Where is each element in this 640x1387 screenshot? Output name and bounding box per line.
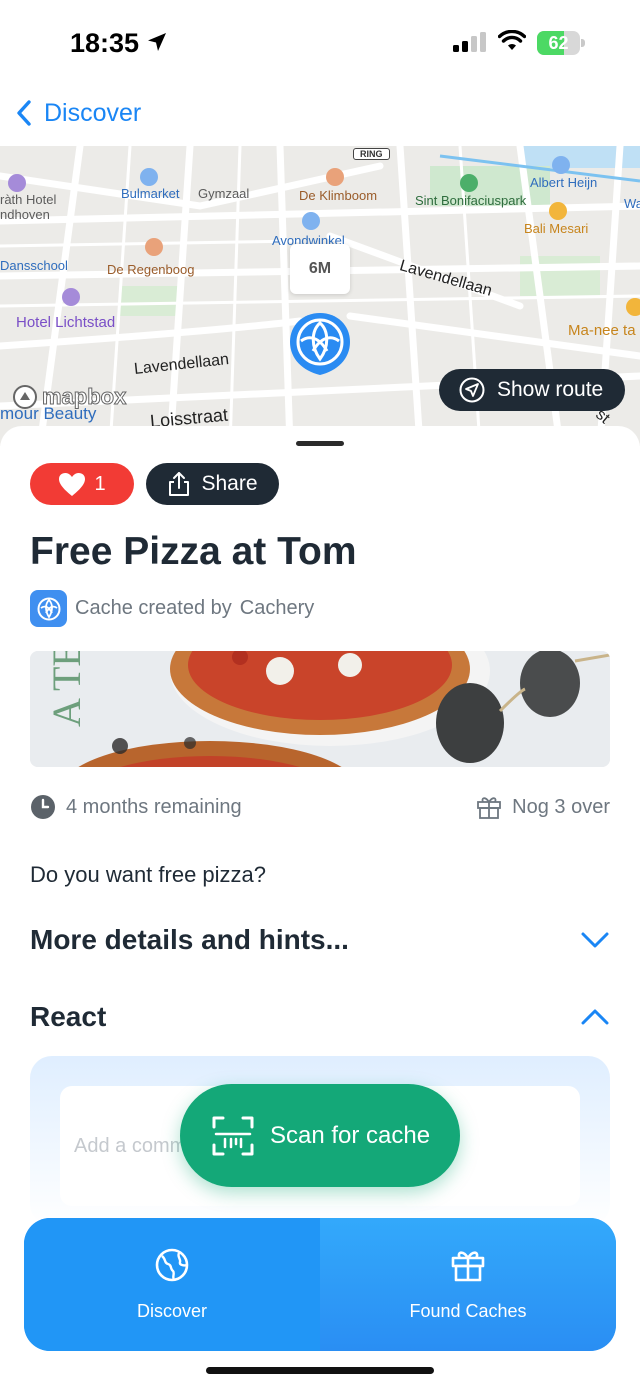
heart-icon bbox=[59, 472, 86, 496]
tab-found-caches-label: Found Caches bbox=[409, 1301, 527, 1321]
map-label: ndhoven bbox=[0, 207, 50, 222]
restaurant-poi-icon bbox=[145, 238, 163, 256]
map-label: De Klimboom bbox=[299, 188, 378, 203]
show-route-button[interactable]: Show route bbox=[439, 369, 625, 411]
hotel-poi-icon bbox=[8, 174, 26, 192]
map-label: Bali Mesari bbox=[524, 221, 589, 236]
wifi-icon bbox=[498, 30, 526, 50]
scan-icon bbox=[212, 1116, 254, 1155]
cache-title: Free Pizza at Tom bbox=[30, 530, 357, 573]
cache-photo: A TE bbox=[30, 651, 610, 767]
battery-indicator: 62 bbox=[537, 31, 585, 55]
creator-name[interactable]: Cachery bbox=[240, 597, 314, 620]
map-label: Wa bbox=[624, 196, 640, 211]
share-icon bbox=[169, 472, 190, 496]
battery-percent: 62 bbox=[548, 33, 569, 53]
gift-icon bbox=[477, 797, 502, 819]
chevron-down-icon bbox=[581, 932, 609, 948]
share-label: Share bbox=[201, 472, 258, 495]
park-poi-icon bbox=[460, 174, 478, 192]
map-label: De Regenboog bbox=[107, 262, 195, 277]
food-poi-icon bbox=[626, 298, 640, 316]
scan-label: Scan for cache bbox=[270, 1121, 431, 1149]
react-toggle[interactable]: React bbox=[30, 997, 610, 1037]
creator-row: Cache created by Cachery bbox=[30, 590, 314, 627]
restaurant-poi-icon bbox=[326, 168, 344, 186]
details-heading: More details and hints... bbox=[30, 924, 349, 955]
pizza-image: A TE bbox=[30, 651, 610, 767]
share-button[interactable]: Share bbox=[146, 463, 279, 505]
map-label: Sint Bonifaciuspark bbox=[415, 193, 527, 208]
status-bar: 18:35 62 bbox=[0, 0, 640, 90]
mapbox-label: mapbox bbox=[41, 384, 127, 410]
map-label: Ma-nee ta bbox=[568, 322, 636, 339]
time-remaining: 4 months remaining bbox=[66, 795, 242, 818]
food-poi-icon bbox=[549, 202, 567, 220]
clock-icon bbox=[31, 795, 55, 819]
like-count: 1 bbox=[94, 472, 106, 495]
shop-poi-icon bbox=[140, 168, 158, 186]
map-label: Albert Heijn bbox=[530, 175, 598, 190]
map-label: Hotel Lichtstad bbox=[16, 314, 116, 331]
tab-found-caches[interactable]: Found Caches bbox=[320, 1218, 616, 1351]
back-button[interactable]: Discover bbox=[16, 92, 141, 134]
like-button[interactable]: 1 bbox=[30, 463, 134, 505]
ring-road-sign: RING bbox=[353, 148, 390, 160]
created-by-label: Cache created by bbox=[75, 597, 232, 619]
globe-icon bbox=[155, 1248, 189, 1282]
distance-badge: 6M bbox=[290, 244, 350, 294]
shop-poi-icon bbox=[552, 156, 570, 174]
tab-discover-label: Discover bbox=[136, 1301, 207, 1321]
navigation-arrow-icon bbox=[459, 377, 485, 403]
hotel-poi-icon bbox=[62, 288, 80, 306]
home-indicator[interactable] bbox=[206, 1367, 434, 1374]
map-label: Bulmarket bbox=[121, 186, 180, 201]
gift-icon bbox=[451, 1251, 485, 1282]
cache-pin-icon[interactable] bbox=[287, 311, 353, 377]
react-heading: React bbox=[30, 1001, 107, 1032]
cachery-logo-icon bbox=[30, 590, 67, 627]
show-route-label: Show route bbox=[497, 378, 604, 401]
photo-letters: A TE bbox=[44, 651, 89, 727]
map-label: Gymzaal bbox=[198, 186, 250, 201]
map-label: Dansschool bbox=[0, 258, 68, 273]
scan-for-cache-button[interactable]: Scan for cache bbox=[180, 1084, 460, 1187]
chevron-up-icon bbox=[581, 1009, 609, 1025]
map-view[interactable]: ràth Hotel ndhoven Bulmarket Gymzaal De … bbox=[0, 146, 640, 446]
tab-bar: Discover Found Caches bbox=[24, 1218, 616, 1351]
back-label: Discover bbox=[44, 98, 142, 127]
shop-poi-icon bbox=[302, 212, 320, 230]
status-time: 18:35 bbox=[70, 28, 140, 58]
map-label: ràth Hotel bbox=[0, 192, 57, 207]
chevron-left-icon bbox=[17, 100, 31, 126]
meta-row: 4 months remaining Nog 3 over bbox=[30, 790, 610, 824]
tab-discover[interactable]: Discover bbox=[24, 1218, 320, 1351]
sheet-drag-handle[interactable] bbox=[296, 441, 344, 446]
mapbox-logo-icon bbox=[13, 385, 37, 409]
mapbox-attribution[interactable]: mapbox bbox=[12, 384, 127, 410]
stock-remaining: Nog 3 over bbox=[512, 795, 610, 818]
cache-description: Do you want free pizza? bbox=[30, 862, 267, 887]
location-arrow-icon bbox=[148, 33, 166, 51]
signal-icon bbox=[453, 32, 486, 52]
details-toggle[interactable]: More details and hints... bbox=[30, 920, 610, 960]
